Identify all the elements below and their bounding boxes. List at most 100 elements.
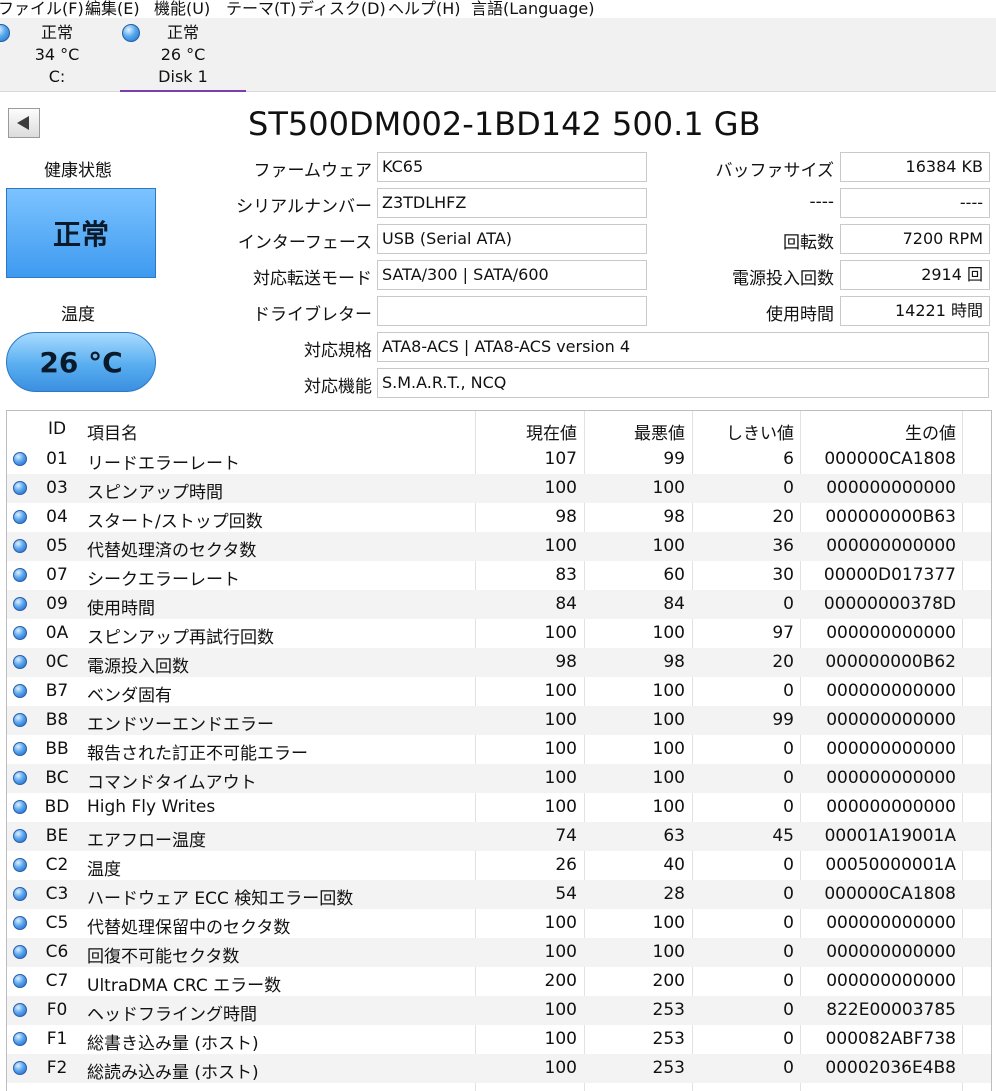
cell-attribute-name: 電源投入回数 bbox=[87, 657, 189, 677]
header-threshold[interactable]: しきい値 bbox=[726, 419, 794, 444]
table-row[interactable]: 07 シークエラーレート 83 60 30 00000D017377 bbox=[7, 561, 991, 590]
cell-worst: 98 bbox=[663, 507, 685, 527]
status-good-icon bbox=[13, 945, 27, 959]
status-good-icon bbox=[13, 568, 27, 582]
cell-id: 09 bbox=[46, 594, 68, 614]
firmware-label: ファームウェア bbox=[253, 161, 373, 181]
status-good-icon bbox=[13, 713, 27, 727]
temperature-badge[interactable]: 26 °C bbox=[6, 332, 156, 392]
menu-edit[interactable]: 編集(E) bbox=[85, 0, 140, 18]
cell-id: B7 bbox=[45, 681, 69, 701]
table-row[interactable]: C2 温度 26 40 0 00050000001A bbox=[7, 851, 991, 880]
table-row[interactable]: C5 代替処理保留中のセクタ数 100 100 0 000000000000 bbox=[7, 909, 991, 938]
standard-label: 対応規格 bbox=[304, 341, 372, 361]
table-row[interactable]: C6 回復不可能セクタ数 100 100 0 000000000000 bbox=[7, 938, 991, 967]
menu-disk[interactable]: ディスク(D) bbox=[298, 0, 386, 18]
previous-disk-button[interactable] bbox=[8, 108, 40, 138]
cell-worst: 100 bbox=[652, 623, 685, 643]
table-row[interactable]: 09 使用時間 84 84 0 00000000378D bbox=[7, 590, 991, 619]
cell-threshold: 0 bbox=[783, 681, 794, 701]
table-row[interactable]: BD High Fly Writes 100 100 0 000000000000 bbox=[7, 793, 991, 822]
table-row[interactable]: BE エアフロー温度 74 63 45 00001A19001A bbox=[7, 822, 991, 851]
cell-attribute-name: エアフロー温度 bbox=[87, 831, 206, 851]
cell-current: 98 bbox=[555, 652, 577, 672]
cell-id: BD bbox=[44, 797, 70, 817]
blank-label: ---- bbox=[809, 192, 834, 212]
cell-attribute-name: スピンアップ時間 bbox=[87, 483, 223, 503]
health-status-badge[interactable]: 正常 bbox=[6, 188, 156, 278]
cell-worst: 60 bbox=[663, 565, 685, 585]
cell-attribute-name: UltraDMA CRC エラー数 bbox=[87, 976, 282, 996]
table-row[interactable]: 0A スピンアップ再試行回数 100 100 97 000000000000 bbox=[7, 619, 991, 648]
cell-current: 100 bbox=[544, 1058, 577, 1078]
cell-current: 107 bbox=[544, 449, 577, 469]
table-row[interactable]: F2 総読み込み量 (ホスト) 100 253 0 00002036E4B8 bbox=[7, 1054, 991, 1083]
status-good-icon bbox=[13, 1032, 27, 1046]
status-good-icon bbox=[13, 481, 27, 495]
menu-theme[interactable]: テーマ(T) bbox=[226, 0, 296, 18]
table-row[interactable]: BC コマンドタイムアウト 100 100 0 000000000000 bbox=[7, 764, 991, 793]
cell-worst: 40 bbox=[663, 855, 685, 875]
cell-attribute-name: リードエラーレート bbox=[87, 454, 240, 474]
cell-threshold: 0 bbox=[783, 1058, 794, 1078]
smart-attributes-table[interactable]: ID 項目名 現在値 最悪値 しきい値 生の値 01 リードエラーレート 107 99… bbox=[6, 410, 992, 1091]
disk-tab-c[interactable]: 正常 34 °C C: bbox=[0, 18, 118, 92]
menu-language[interactable]: 言語(Language) bbox=[471, 0, 594, 18]
cell-id: F2 bbox=[46, 1058, 68, 1078]
table-row[interactable]: 05 代替処理済のセクタ数 100 100 36 000000000000 bbox=[7, 532, 991, 561]
menu-help[interactable]: ヘルプ(H) bbox=[388, 0, 461, 18]
cell-current: 74 bbox=[555, 826, 577, 846]
table-row[interactable]: C7 UltraDMA CRC エラー数 200 200 0 000000000000 bbox=[7, 967, 991, 996]
cell-raw-value: 00000D017377 bbox=[823, 565, 956, 585]
header-id[interactable]: ID bbox=[31, 419, 83, 439]
buffer-size-label: バッファサイズ bbox=[715, 161, 835, 181]
cell-attribute-name: スタート/ストップ回数 bbox=[87, 512, 263, 532]
cell-raw-value: 000000CA1808 bbox=[824, 449, 956, 469]
menu-function[interactable]: 機能(U) bbox=[154, 0, 210, 18]
table-row[interactable]: F0 ヘッドフライング時間 100 253 0 822E00003785 bbox=[7, 996, 991, 1025]
cell-raw-value: 00050000001A bbox=[825, 855, 956, 875]
table-row[interactable]: F1 総書き込み量 (ホスト) 100 253 0 000082ABF738 bbox=[7, 1025, 991, 1054]
cell-raw-value: 000000000000 bbox=[826, 913, 956, 933]
menu-file[interactable]: ファイル(F) bbox=[0, 0, 84, 18]
power-on-count-value: 2914 回 bbox=[840, 260, 990, 290]
cell-id: BE bbox=[45, 826, 69, 846]
table-row[interactable]: 0C 電源投入回数 98 98 20 000000000B62 bbox=[7, 648, 991, 677]
blank-value: ---- bbox=[840, 188, 990, 218]
cell-threshold: 0 bbox=[783, 478, 794, 498]
standard-value: ATA8-ACS | ATA8-ACS version 4 bbox=[377, 332, 989, 362]
cell-current: 200 bbox=[544, 971, 577, 991]
cell-threshold: 0 bbox=[783, 1029, 794, 1049]
cell-raw-value: 000000000000 bbox=[826, 797, 956, 817]
cell-attribute-name: 総読み込み量 (ホスト) bbox=[87, 1063, 259, 1083]
cell-threshold: 0 bbox=[783, 884, 794, 904]
table-row[interactable]: 01 リードエラーレート 107 99 6 000000CA1808 bbox=[7, 445, 991, 474]
table-row[interactable]: B8 エンドツーエンドエラー 100 100 99 000000000000 bbox=[7, 706, 991, 735]
header-attribute-name[interactable]: 項目名 bbox=[87, 419, 138, 444]
cell-threshold: 99 bbox=[772, 710, 794, 730]
cell-id: B8 bbox=[45, 710, 69, 730]
status-good-icon bbox=[13, 771, 27, 785]
disk-tab-disk1[interactable]: 正常 26 °C Disk 1 bbox=[120, 18, 246, 92]
cell-id: 01 bbox=[46, 449, 68, 469]
cell-raw-value: 000000000000 bbox=[826, 536, 956, 556]
table-row[interactable]: C3 ハードウェア ECC 検知エラー回数 54 28 0 000000CA1808 bbox=[7, 880, 991, 909]
status-good-icon bbox=[13, 916, 27, 930]
table-row[interactable]: 04 スタート/ストップ回数 98 98 20 000000000B63 bbox=[7, 503, 991, 532]
cell-worst: 100 bbox=[652, 710, 685, 730]
cell-worst: 100 bbox=[652, 797, 685, 817]
status-good-icon bbox=[13, 1061, 27, 1075]
cell-attribute-name: 代替処理済のセクタ数 bbox=[87, 541, 257, 561]
cell-id: C7 bbox=[45, 971, 69, 991]
cell-worst: 100 bbox=[652, 768, 685, 788]
cell-threshold: 20 bbox=[772, 507, 794, 527]
table-row[interactable]: BB 報告された訂正不可能エラー 100 100 0 000000000000 bbox=[7, 735, 991, 764]
cell-raw-value: 822E00003785 bbox=[826, 1000, 956, 1020]
cell-id: C5 bbox=[45, 913, 69, 933]
cell-current: 100 bbox=[544, 739, 577, 759]
header-current[interactable]: 現在値 bbox=[526, 419, 577, 444]
table-row[interactable]: 03 スピンアップ時間 100 100 0 000000000000 bbox=[7, 474, 991, 503]
header-worst[interactable]: 最悪値 bbox=[634, 419, 685, 444]
table-row[interactable]: B7 ベンダ固有 100 100 0 000000000000 bbox=[7, 677, 991, 706]
header-raw-value[interactable]: 生の値 bbox=[905, 419, 956, 444]
